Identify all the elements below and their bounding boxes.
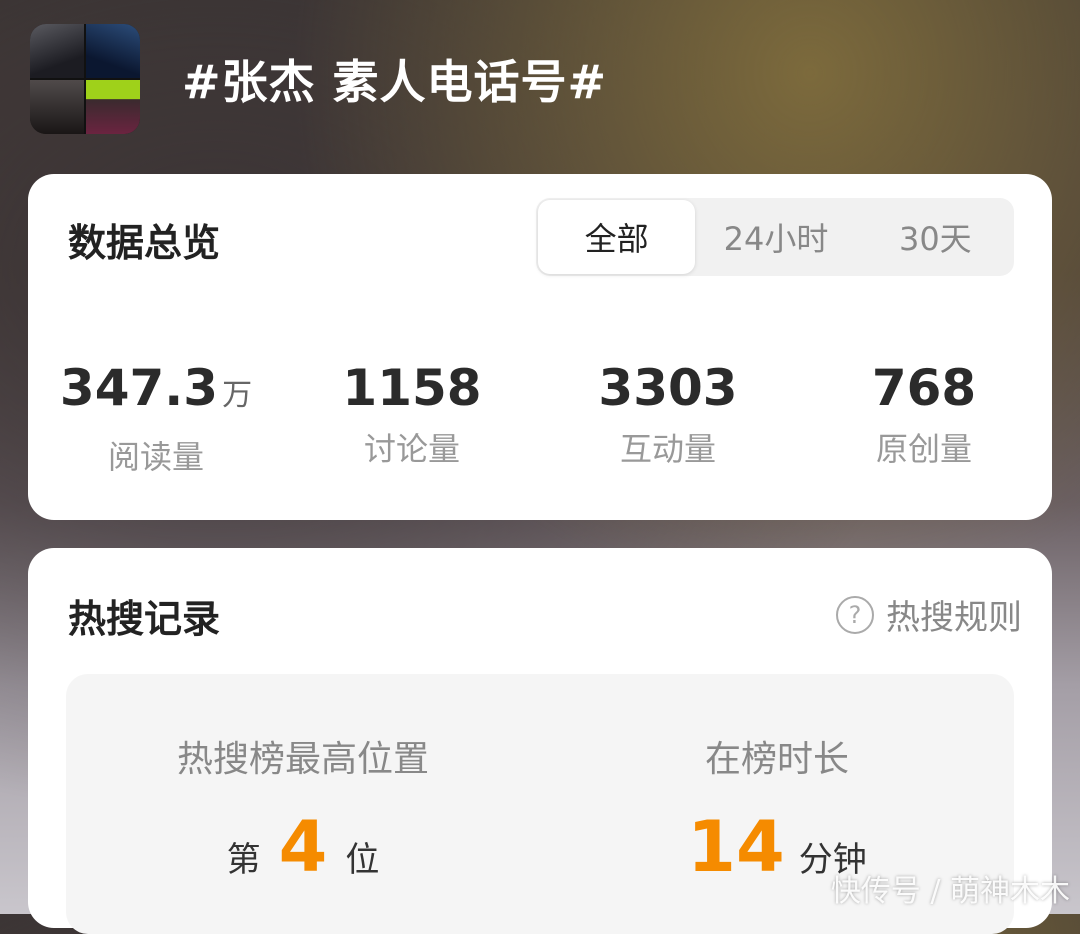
- duration-number: 14: [687, 806, 785, 888]
- stat-label: 阅读量: [107, 438, 204, 476]
- help-circle-icon: ?: [836, 595, 874, 634]
- stat-number: 768: [871, 359, 977, 417]
- peak-position: 热搜榜最高位置 第 4 位: [66, 674, 540, 882]
- tab-30d[interactable]: 30天: [857, 200, 1014, 274]
- time-range-tabs: 全部 24小时 30天: [536, 198, 1014, 276]
- cover-photo-1: [30, 24, 84, 78]
- stat-unit: 万: [222, 378, 253, 413]
- stat-value: 768: [872, 358, 976, 418]
- stat-label: 讨论量: [363, 430, 460, 468]
- topic-title: #张杰 素人电话号#: [182, 55, 608, 109]
- stat-value: 3303: [598, 358, 737, 418]
- rules-label: 热搜规则: [886, 598, 1022, 638]
- peak-position-prefix: 第: [226, 840, 261, 880]
- cover-photo-2: [86, 24, 140, 78]
- stat-number: 1158: [342, 359, 482, 417]
- hot-search-title: 热搜记录: [68, 597, 221, 641]
- watermark: 快传号 / 萌神木木: [830, 874, 1070, 909]
- stat-number: 3303: [598, 359, 738, 417]
- cover-photo-4: [86, 80, 140, 134]
- peak-position-number: 4: [278, 806, 328, 888]
- stat-label: 原创量: [875, 430, 972, 468]
- stat-reads: 347.3 万 阅读量: [28, 358, 284, 478]
- overview-title: 数据总览: [68, 221, 221, 265]
- hot-search-rules-link[interactable]: ? 热搜规则: [836, 590, 1022, 639]
- stat-value: 1158: [342, 358, 481, 418]
- duration-label: 在榜时长: [704, 739, 849, 780]
- topic-header: #张杰 素人电话号#: [30, 24, 1050, 136]
- peak-position-suffix: 位: [345, 840, 380, 880]
- stat-label: 互动量: [619, 430, 716, 468]
- peak-position-label: 热搜榜最高位置: [176, 739, 429, 780]
- chart-duration: 在榜时长 14 分钟: [540, 674, 1014, 882]
- tab-24h[interactable]: 24小时: [697, 200, 854, 274]
- topic-cover-image[interactable]: [30, 24, 140, 134]
- stat-value: 347.3 万: [60, 358, 252, 426]
- stat-number: 347.3: [59, 359, 219, 417]
- stat-interactions: 3303 互动量: [540, 358, 796, 478]
- overview-stats: 347.3 万 阅读量 1158 讨论量 3303 互动量 768 原创量: [28, 358, 1052, 478]
- stat-discussions: 1158 讨论量: [284, 358, 540, 478]
- tab-all[interactable]: 全部: [538, 200, 696, 274]
- cover-photo-3: [30, 80, 84, 134]
- peak-position-value-row: 第 4 位: [66, 812, 540, 882]
- stat-originals: 768 原创量: [796, 358, 1052, 478]
- data-overview-card: 数据总览 全部 24小时 30天 347.3 万 阅读量 1158 讨论量 330…: [28, 174, 1052, 520]
